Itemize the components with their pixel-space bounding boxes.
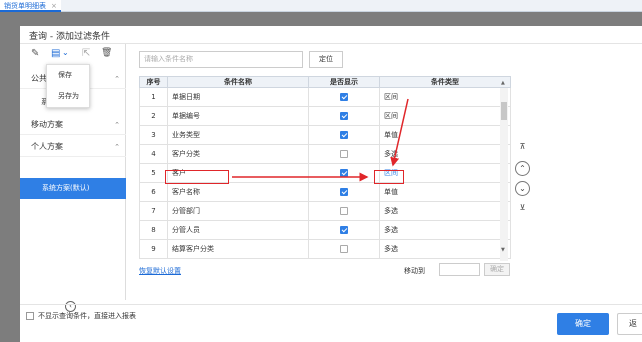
arrow-from-header [390,98,409,167]
tab-label: 销货单明细表 [4,2,46,10]
tab-sales-detail-report[interactable]: 销货单明细表 × [0,0,61,12]
tab-close-icon[interactable]: × [51,2,57,10]
annotation-arrows [232,98,409,182]
filter-dialog: 查询 - 添加过滤条件 ✎ ▤ ⌄ ⇱ 🗑 公共 ⌃ 系 移动方案 ⌃ 个人方案 ⌃ … [20,26,642,342]
top-tab-bar: 销货单明细表 × [0,0,642,12]
